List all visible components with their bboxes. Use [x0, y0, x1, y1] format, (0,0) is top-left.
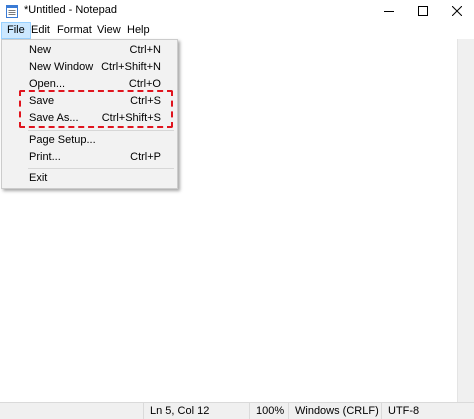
notepad-icon — [6, 5, 18, 18]
minimize-icon — [384, 11, 394, 12]
menu-item-exit[interactable]: Exit — [2, 169, 177, 187]
menu-bar: File Edit Format View Help — [0, 22, 474, 39]
close-icon — [452, 6, 462, 16]
menu-help[interactable]: Help — [122, 22, 155, 39]
title-bar[interactable]: *Untitled - Notepad — [0, 0, 474, 22]
menu-item-shortcut: Ctrl+N — [129, 44, 161, 56]
menu-item-label: Print... — [29, 151, 61, 163]
menu-item-page-setup[interactable]: Page Setup... — [2, 131, 177, 149]
status-encoding: UTF-8 — [381, 403, 474, 419]
menu-item-new-window[interactable]: New Window Ctrl+Shift+N — [2, 58, 177, 76]
menu-item-label: Page Setup... — [29, 134, 96, 146]
menu-edit[interactable]: Edit — [26, 22, 55, 39]
close-button[interactable] — [440, 0, 474, 22]
menu-item-shortcut: Ctrl+P — [130, 151, 161, 163]
menu-view[interactable]: View — [92, 22, 126, 39]
menu-item-print[interactable]: Print... Ctrl+P — [2, 148, 177, 166]
menu-item-label: New — [29, 44, 52, 56]
status-line-ending: Windows (CRLF) — [288, 403, 381, 419]
maximize-icon — [418, 6, 428, 16]
maximize-button[interactable] — [406, 0, 440, 22]
menu-item-label: Exit — [29, 172, 48, 184]
status-position: Ln 5, Col 12 — [143, 403, 247, 419]
window-title: *Untitled - Notepad — [24, 4, 117, 16]
menu-item-label: New Window — [29, 61, 94, 73]
vertical-scrollbar[interactable] — [457, 39, 474, 402]
menu-format[interactable]: Format — [52, 22, 97, 39]
menu-item-shortcut: Ctrl+Shift+N — [101, 61, 161, 73]
status-bar: Ln 5, Col 12 100% Windows (CRLF) UTF-8 — [0, 402, 474, 419]
minimize-button[interactable] — [372, 0, 406, 22]
annotation-highlight-box — [19, 90, 173, 128]
status-zoom: 100% — [249, 403, 289, 419]
menu-item-new[interactable]: New Ctrl+N — [2, 41, 177, 59]
notepad-window: *Untitled - Notepad File Edit Format Vie… — [0, 0, 474, 419]
